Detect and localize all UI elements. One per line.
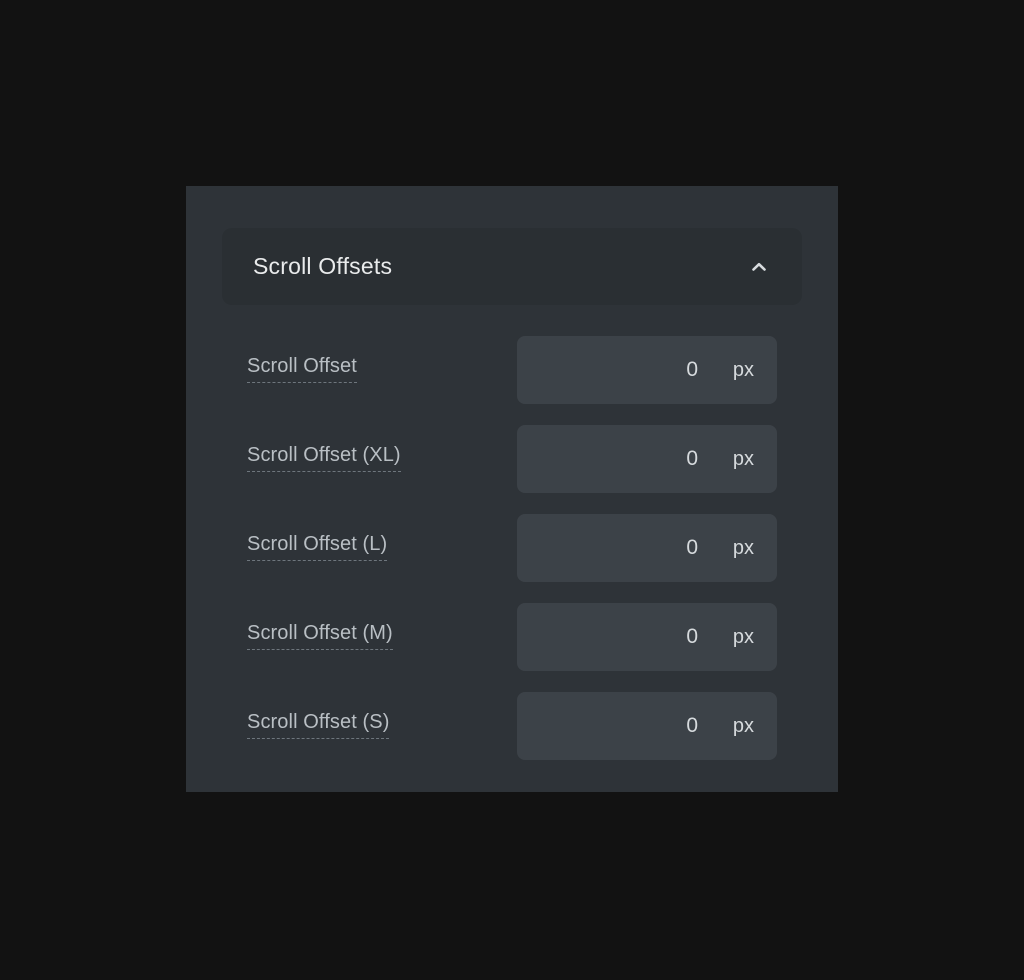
row-label-scroll-offset: Scroll Offset [247,356,357,383]
panel-header-scroll-offsets[interactable]: Scroll Offsets [222,228,802,305]
scroll-offset-l-unit: px [732,536,754,559]
table-row: Scroll Offset (L) 0 px [186,503,838,592]
scroll-offset-s-input[interactable]: 0 px [517,691,777,760]
panel-title: Scroll Offsets [253,253,393,279]
scroll-offset-xl-unit: px [732,447,754,470]
row-label-scroll-offset-m: Scroll Offset (M) [247,623,393,650]
row-label-scroll-offset-xl: Scroll Offset (XL) [247,445,401,472]
scroll-offset-xl-input[interactable]: 0 px [517,424,777,493]
scroll-offset-m-input[interactable]: 0 px [517,602,777,671]
scroll-offset-rows: Scroll Offset 0 px Scroll Offset (XL) 0 … [186,325,838,770]
table-row: Scroll Offset (XL) 0 px [186,414,838,503]
row-label-scroll-offset-s: Scroll Offset (S) [247,712,390,739]
row-label-scroll-offset-l: Scroll Offset (L) [247,534,388,561]
scroll-offset-l-input[interactable]: 0 px [517,513,777,582]
scroll-offset-l-value: 0 [686,536,698,559]
table-row: Scroll Offset (S) 0 px [186,681,838,770]
scroll-offset-value: 0 [686,358,698,381]
scroll-offset-s-value: 0 [686,714,698,737]
chevron-up-icon[interactable] [746,254,772,280]
scroll-offset-input[interactable]: 0 px [517,335,777,404]
table-row: Scroll Offset (M) 0 px [186,592,838,681]
scroll-offset-s-unit: px [732,714,754,737]
table-row: Scroll Offset 0 px [186,325,838,414]
scroll-offsets-panel: Scroll Offsets Scroll Offset 0 px Scroll… [186,186,838,792]
scroll-offset-xl-value: 0 [686,447,698,470]
scroll-offset-m-value: 0 [686,625,698,648]
scroll-offset-unit: px [732,358,754,381]
scroll-offset-m-unit: px [732,625,754,648]
